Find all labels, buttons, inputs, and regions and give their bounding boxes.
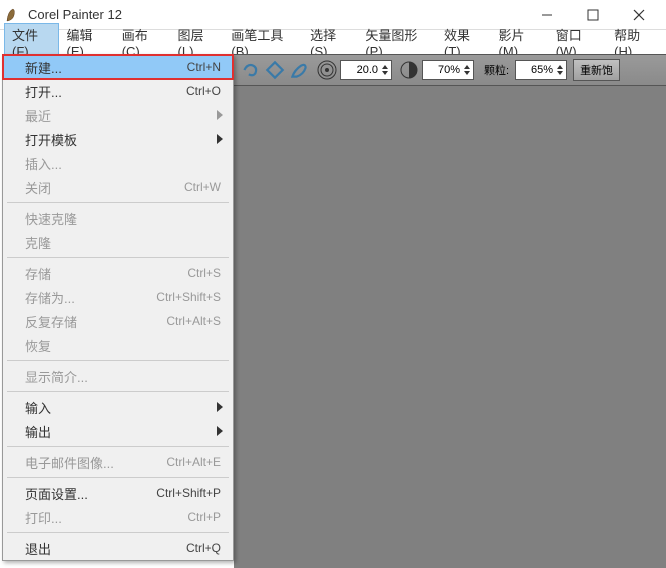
size-value: 20.0 xyxy=(357,64,378,76)
menu-item-save: 存储 Ctrl+S xyxy=(3,261,233,285)
size-icon[interactable] xyxy=(316,59,338,81)
submenu-arrow-icon xyxy=(217,400,223,415)
menu-item-revert: 恢复 xyxy=(3,333,233,357)
menu-item-clone: 克隆 xyxy=(3,230,233,254)
menu-separator xyxy=(7,391,229,392)
menu-item-shortcut: Ctrl+Q xyxy=(186,541,221,555)
submenu-arrow-icon xyxy=(217,108,223,123)
menu-item-shortcut: Ctrl+S xyxy=(187,266,221,280)
opacity-value: 70% xyxy=(438,64,460,76)
menu-item-label: 快速克隆 xyxy=(25,209,221,228)
menu-item-quit[interactable]: 退出 Ctrl+Q xyxy=(3,536,233,560)
shape-diamond-icon[interactable] xyxy=(264,59,286,81)
menu-item-shortcut: Ctrl+O xyxy=(186,84,221,98)
shape-swirl-icon[interactable] xyxy=(240,59,262,81)
app-icon xyxy=(4,6,22,24)
opacity-group: 70% xyxy=(398,59,474,81)
menu-item-insert: 插入... xyxy=(3,151,233,175)
menu-item-label: 克隆 xyxy=(25,233,221,252)
menu-item-label: 输入 xyxy=(25,398,221,417)
menu-separator xyxy=(7,446,229,447)
spinner-arrows-icon[interactable] xyxy=(381,64,389,76)
menu-separator xyxy=(7,477,229,478)
toolbar: 20.0 70% 颗粒: 65% 重新饱 xyxy=(234,54,666,86)
submenu-arrow-icon xyxy=(217,424,223,439)
menu-item-import[interactable]: 输入 xyxy=(3,395,233,419)
menu-item-new[interactable]: 新建... Ctrl+N xyxy=(3,55,233,79)
menu-item-shortcut: Ctrl+Shift+P xyxy=(156,486,221,500)
menu-item-shortcut: Ctrl+Alt+S xyxy=(166,314,221,328)
menu-item-email: 电子邮件图像... Ctrl+Alt+E xyxy=(3,450,233,474)
menu-item-close: 关闭 Ctrl+W xyxy=(3,175,233,199)
menu-item-shortcut: Ctrl+P xyxy=(187,510,221,524)
spinner-arrows-icon[interactable] xyxy=(556,64,564,76)
grain-spinner[interactable]: 65% xyxy=(515,60,567,80)
menu-item-label: 新建... xyxy=(25,58,187,77)
menu-item-export[interactable]: 输出 xyxy=(3,419,233,443)
menu-item-label: 关闭 xyxy=(25,178,184,197)
brush-shape-group xyxy=(240,59,310,81)
menu-item-show-intro: 显示简介... xyxy=(3,364,233,388)
menu-item-label: 打开... xyxy=(25,82,186,101)
menu-item-label: 打开模板 xyxy=(25,130,221,149)
menu-item-label: 最近 xyxy=(25,106,221,125)
menu-item-page-setup[interactable]: 页面设置... Ctrl+Shift+P xyxy=(3,481,233,505)
menu-item-iterative-save: 反复存储 Ctrl+Alt+S xyxy=(3,309,233,333)
menu-item-label: 插入... xyxy=(25,154,221,173)
menu-item-open[interactable]: 打开... Ctrl+O xyxy=(3,79,233,103)
shape-brush-icon[interactable] xyxy=(288,59,310,81)
app-title: Corel Painter 12 xyxy=(28,7,524,22)
menu-separator xyxy=(7,532,229,533)
menu-item-save-as: 存储为... Ctrl+Shift+S xyxy=(3,285,233,309)
menubar: 文件(F) 编辑(E) 画布(C) 图层(L) 画笔工具(B) 选择(S) 矢量… xyxy=(0,30,666,54)
menu-item-shortcut: Ctrl+W xyxy=(184,180,221,194)
menu-item-label: 显示简介... xyxy=(25,367,221,386)
opacity-spinner[interactable]: 70% xyxy=(422,60,474,80)
menu-item-quick-clone: 快速克隆 xyxy=(3,206,233,230)
opacity-icon[interactable] xyxy=(398,59,420,81)
file-dropdown: 新建... Ctrl+N 打开... Ctrl+O 最近 打开模板 插入... … xyxy=(2,54,234,561)
menu-item-open-template[interactable]: 打开模板 xyxy=(3,127,233,151)
menu-item-label: 恢复 xyxy=(25,336,221,355)
menu-separator xyxy=(7,257,229,258)
canvas-area xyxy=(234,86,666,568)
menu-item-label: 存储为... xyxy=(25,288,156,307)
spinner-arrows-icon[interactable] xyxy=(463,64,471,76)
size-spinner[interactable]: 20.0 xyxy=(340,60,392,80)
menu-item-shortcut: Ctrl+N xyxy=(187,60,221,74)
grain-label: 颗粒: xyxy=(484,62,509,78)
menu-item-shortcut: Ctrl+Shift+S xyxy=(156,290,221,304)
menu-item-label: 打印... xyxy=(25,508,187,527)
menu-item-label: 存储 xyxy=(25,264,187,283)
submenu-arrow-icon xyxy=(217,132,223,147)
menu-item-label: 页面设置... xyxy=(25,484,156,503)
menu-item-recent[interactable]: 最近 xyxy=(3,103,233,127)
menu-item-label: 反复存储 xyxy=(25,312,166,331)
resat-button[interactable]: 重新饱 xyxy=(573,59,620,81)
grain-value: 65% xyxy=(531,64,553,76)
size-group: 20.0 xyxy=(316,59,392,81)
menu-item-label: 退出 xyxy=(25,539,186,558)
menu-item-shortcut: Ctrl+Alt+E xyxy=(166,455,221,469)
menu-item-print: 打印... Ctrl+P xyxy=(3,505,233,529)
menu-item-label: 电子邮件图像... xyxy=(25,453,166,472)
menu-item-label: 输出 xyxy=(25,422,221,441)
menu-separator xyxy=(7,202,229,203)
menu-separator xyxy=(7,360,229,361)
